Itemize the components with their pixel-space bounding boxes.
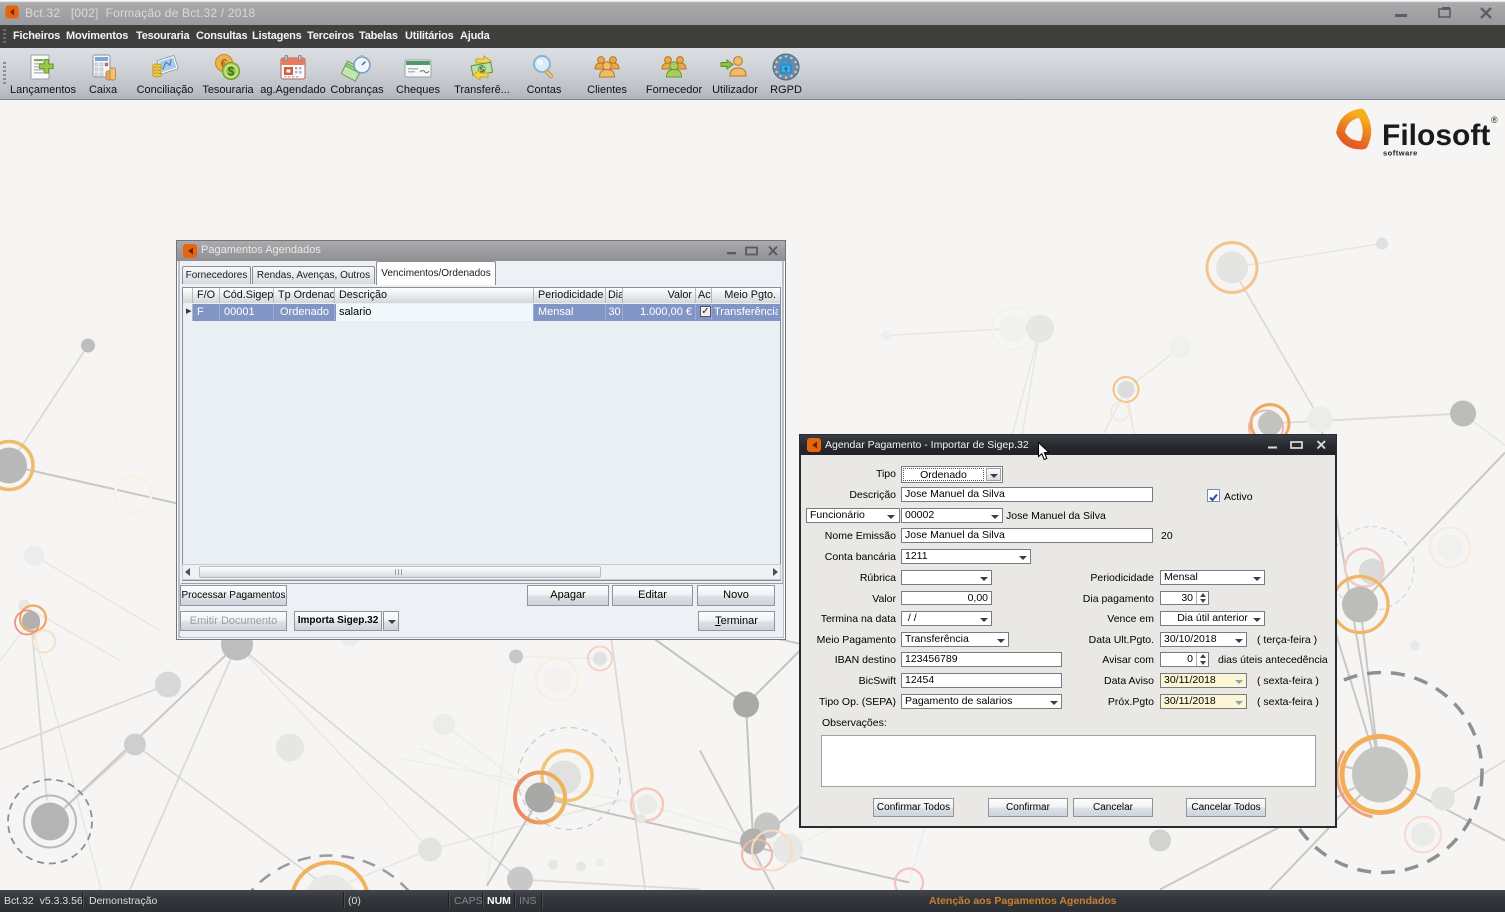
svg-text:$: $ — [228, 65, 235, 79]
svg-text:®: ® — [1491, 115, 1498, 125]
svg-text:software: software — [1383, 149, 1418, 158]
svg-text:Filosoft: Filosoft — [1382, 119, 1490, 152]
